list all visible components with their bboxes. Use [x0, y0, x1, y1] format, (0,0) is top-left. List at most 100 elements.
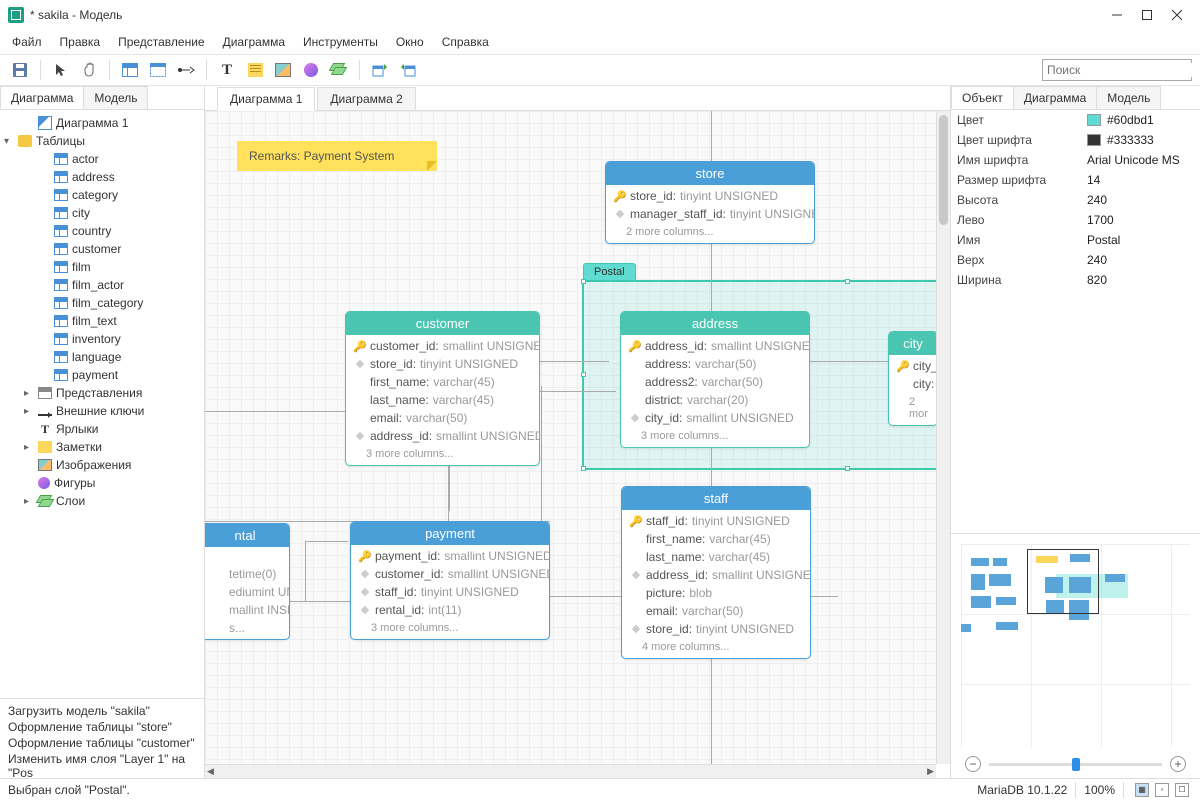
tree-item[interactable]: city — [0, 204, 204, 222]
left-panel: Диаграмма Модель Диаграмма 1▾Таблицыacto… — [0, 86, 205, 778]
property-row[interactable]: ИмяPostal — [951, 230, 1200, 250]
import-button[interactable] — [368, 58, 392, 82]
property-row[interactable]: Ширина820 — [951, 270, 1200, 290]
menu-Справка[interactable]: Справка — [434, 33, 497, 51]
property-row[interactable]: Цвет#60dbd1 — [951, 110, 1200, 130]
tree-item[interactable]: actor — [0, 150, 204, 168]
tree-item[interactable]: ▸Внешние ключи — [0, 402, 204, 420]
zoom-in-button[interactable]: + — [1170, 756, 1186, 772]
entity-staff[interactable]: staff🔑staff_id: tinyint UNSIGNEDfirst_na… — [621, 486, 811, 659]
maximize-button[interactable] — [1132, 0, 1162, 30]
tree-item[interactable]: film_actor — [0, 276, 204, 294]
properties-panel: Цвет#60dbd1Цвет шрифта#333333Имя шрифтаA… — [951, 110, 1200, 533]
note-tool[interactable] — [243, 58, 267, 82]
entity-header: staff — [622, 487, 810, 510]
canvas-area: Диаграмма 1 Диаграмма 2 Remarks: Payment… — [205, 86, 950, 778]
page-icon[interactable]: ☐ — [1175, 783, 1189, 797]
menu-Правка[interactable]: Правка — [52, 33, 109, 51]
grid-icon[interactable]: ▦ — [1135, 783, 1149, 797]
history-line[interactable]: Загрузить модель "sakila" — [8, 703, 196, 719]
image-tool[interactable] — [271, 58, 295, 82]
tab-object[interactable]: Объект — [951, 86, 1014, 109]
canvas-tab-1[interactable]: Диаграмма 1 — [217, 87, 315, 111]
history-line[interactable]: Оформление таблицы "customer" — [8, 735, 196, 751]
toolbar: T — [0, 54, 1200, 86]
tree-item[interactable]: ▾Таблицы — [0, 132, 204, 150]
entity-store[interactable]: store🔑store_id: tinyint UNSIGNEDmanager_… — [605, 161, 815, 244]
menu-Представление[interactable]: Представление — [110, 33, 213, 51]
more-columns: 2 mor — [889, 393, 937, 423]
minimize-button[interactable] — [1102, 0, 1132, 30]
scrollbar-horizontal[interactable] — [205, 764, 936, 778]
entity-address[interactable]: address🔑address_id: smallint UNSIGNEDadd… — [620, 311, 810, 448]
zoom-slider[interactable] — [989, 763, 1162, 766]
layer-tool[interactable] — [327, 58, 351, 82]
more-columns: 4 more columns... — [622, 638, 810, 656]
history-line[interactable]: Оформление таблицы "store" — [8, 719, 196, 735]
status-message: Выбран слой "Postal". — [8, 783, 130, 797]
tab-r-diagram[interactable]: Диаграмма — [1013, 86, 1097, 109]
tree-item[interactable]: film — [0, 258, 204, 276]
property-row[interactable]: Лево1700 — [951, 210, 1200, 230]
property-row[interactable]: Верх240 — [951, 250, 1200, 270]
pointer-tool[interactable] — [49, 58, 73, 82]
right-panel: Объект Диаграмма Модель Цвет#60dbd1Цвет … — [950, 86, 1200, 778]
tree-item[interactable]: Диаграмма 1 — [0, 114, 204, 132]
column: 🔑customer_id: smallint UNSIGNED — [346, 337, 539, 355]
tab-model[interactable]: Модель — [83, 86, 148, 109]
tree-item[interactable]: address — [0, 168, 204, 186]
tab-r-model[interactable]: Модель — [1096, 86, 1161, 109]
entity-payment[interactable]: payment🔑payment_id: smallint UNSIGNEDcus… — [350, 521, 550, 640]
fk-tool[interactable] — [174, 58, 198, 82]
entity-rental[interactable]: ntal tetime(0) ediumint UNSIGN... mallin… — [205, 523, 290, 640]
property-row[interactable]: Размер шрифта14 — [951, 170, 1200, 190]
menu-Окно[interactable]: Окно — [388, 33, 432, 51]
column: 🔑address_id: smallint UNSIGNED — [621, 337, 809, 355]
tree-item[interactable]: ▸Заметки — [0, 438, 204, 456]
close-button[interactable] — [1162, 0, 1192, 30]
text-tool[interactable]: T — [215, 58, 239, 82]
view-tool[interactable] — [146, 58, 170, 82]
tree-item[interactable]: Изображения — [0, 456, 204, 474]
tree-item[interactable]: TЯрлыки — [0, 420, 204, 438]
zoom-out-button[interactable]: − — [965, 756, 981, 772]
history-line[interactable]: Изменить имя слоя "Layer 1" на "Pos — [8, 751, 196, 778]
tree-item[interactable]: country — [0, 222, 204, 240]
shape-tool[interactable] — [299, 58, 323, 82]
overview-panel[interactable]: − + — [951, 533, 1200, 778]
menu-Диаграмма[interactable]: Диаграмма — [215, 33, 293, 51]
export-button[interactable] — [396, 58, 420, 82]
tree-item[interactable]: Фигуры — [0, 474, 204, 492]
hand-tool[interactable] — [77, 58, 101, 82]
menu-Файл[interactable]: Файл — [4, 33, 50, 51]
menu-Инструменты[interactable]: Инструменты — [295, 33, 386, 51]
canvas[interactable]: Remarks: Payment System Location Postal — [205, 111, 936, 764]
tree-item[interactable]: customer — [0, 240, 204, 258]
search-box[interactable] — [1042, 59, 1192, 81]
tree-item[interactable]: language — [0, 348, 204, 366]
tree-item[interactable]: film_text — [0, 312, 204, 330]
scrollbar-vertical[interactable] — [936, 111, 950, 764]
entity-customer[interactable]: customer🔑customer_id: smallint UNSIGNEDs… — [345, 311, 540, 466]
canvas-tab-2[interactable]: Диаграмма 2 — [317, 87, 415, 110]
tree-item[interactable]: inventory — [0, 330, 204, 348]
tree-item[interactable]: ▸Слои — [0, 492, 204, 510]
right-tabs: Объект Диаграмма Модель — [951, 86, 1200, 110]
note-remarks[interactable]: Remarks: Payment System — [237, 141, 437, 171]
tree-item[interactable]: ▸Представления — [0, 384, 204, 402]
search-input[interactable] — [1047, 63, 1200, 77]
snap-icon[interactable]: ▫ — [1155, 783, 1169, 797]
column: last_name: varchar(45) — [622, 548, 810, 566]
tree-item[interactable]: category — [0, 186, 204, 204]
entity-city[interactable]: city🔑city_ city: 2 mor — [888, 331, 938, 426]
tree-item[interactable]: film_category — [0, 294, 204, 312]
tab-diagram[interactable]: Диаграмма — [0, 86, 84, 109]
property-row[interactable]: Имя шрифтаArial Unicode MS — [951, 150, 1200, 170]
property-row[interactable]: Высота240 — [951, 190, 1200, 210]
column: staff_id: tinyint UNSIGNED — [351, 583, 549, 601]
property-row[interactable]: Цвет шрифта#333333 — [951, 130, 1200, 150]
save-button[interactable] — [8, 58, 32, 82]
table-tool[interactable] — [118, 58, 142, 82]
tree-item[interactable]: payment — [0, 366, 204, 384]
column: first_name: varchar(45) — [346, 373, 539, 391]
